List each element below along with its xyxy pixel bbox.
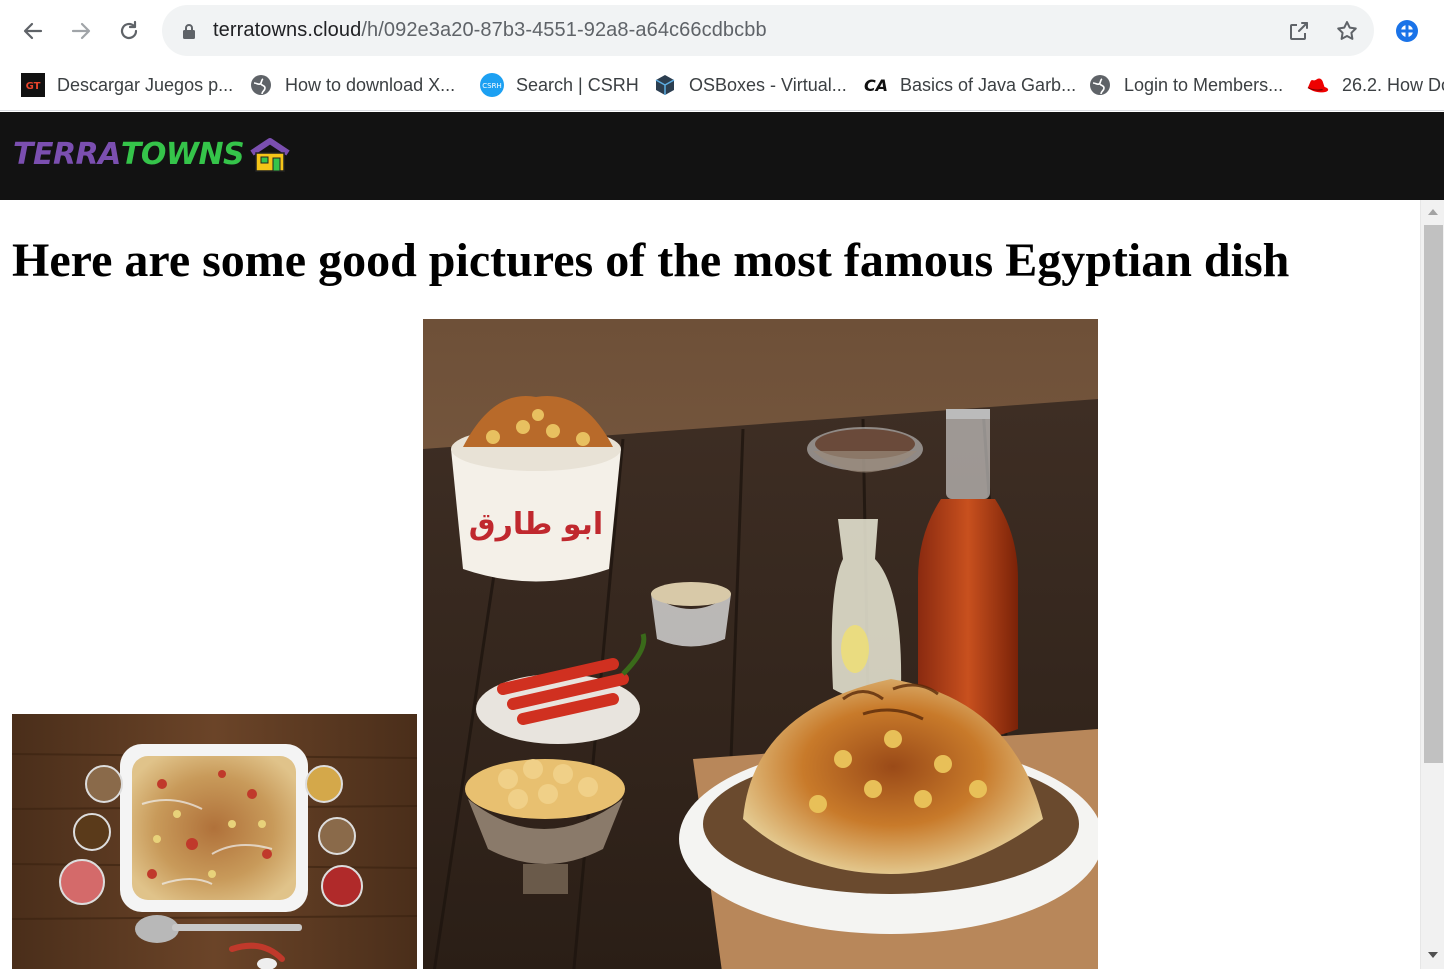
cube-icon: [653, 73, 677, 97]
bowl-brand-text: ابو طارق: [469, 507, 603, 542]
star-icon[interactable]: [1335, 19, 1359, 43]
redhat-icon: [1306, 73, 1330, 97]
bookmark-how-to-download[interactable]: How to download X...: [249, 72, 455, 98]
bookmark-descargar-juegos[interactable]: GT Descargar Juegos p...: [21, 72, 233, 98]
bookmark-label: Search | CSRH: [516, 74, 639, 95]
svg-text:GT: GT: [26, 81, 41, 92]
house-icon: [250, 138, 290, 172]
bookmark-how-do[interactable]: 26.2. How Do: [1306, 72, 1444, 98]
logo-terra: TERRA: [13, 137, 121, 172]
extension-icon[interactable]: [1393, 17, 1421, 45]
scrollbar-thumb[interactable]: [1424, 225, 1443, 763]
terratowns-logo[interactable]: TERRA TOWNS: [13, 137, 292, 173]
bookmark-search-csrh[interactable]: CSRH Search | CSRH: [480, 72, 639, 98]
koshari-bowl-photo: ابو طارق: [423, 319, 1098, 969]
forward-button[interactable]: [64, 14, 98, 48]
bookmark-label: How to download X...: [285, 74, 456, 95]
url-path: /h/092e3a20-87b3-4551-92a8-a64c66cdbcbb: [361, 19, 767, 41]
bookmarks-bar: GT Descargar Juegos p... How to download…: [0, 62, 1444, 111]
url-text[interactable]: terratowns.cloud/h/092e3a20-87b3-4551-92…: [213, 19, 767, 42]
address-bar[interactable]: terratowns.cloud/h/092e3a20-87b3-4551-92…: [162, 5, 1374, 56]
back-button[interactable]: [16, 14, 50, 48]
browser-toolbar: terratowns.cloud/h/092e3a20-87b3-4551-92…: [0, 0, 1444, 62]
ca-icon: CA: [864, 73, 888, 97]
arrow-right-icon: [71, 22, 91, 40]
reload-icon: [120, 20, 138, 40]
koshari-platter-photo: [12, 714, 417, 969]
globe-icon: [249, 73, 273, 97]
page-scrollbar[interactable]: [1420, 200, 1444, 969]
bookmark-label: 26.2. How Do: [1342, 74, 1444, 95]
csrh-icon: CSRH: [480, 73, 504, 97]
reload-button[interactable]: [112, 14, 146, 48]
page-title: Here are some good pictures of the most …: [12, 234, 1290, 287]
arrow-left-icon: [23, 22, 43, 40]
site-header: TERRA TOWNS: [0, 112, 1444, 200]
logo-towns: TOWNS: [120, 137, 245, 172]
share-icon[interactable]: [1287, 19, 1311, 43]
scroll-down-arrow-icon[interactable]: [1428, 952, 1438, 958]
svg-text:CA: CA: [864, 76, 888, 95]
scroll-up-arrow-icon[interactable]: [1428, 209, 1438, 215]
svg-text:CSRH: CSRH: [482, 82, 501, 90]
lock-icon[interactable]: [177, 19, 201, 43]
bookmark-osboxes[interactable]: OSBoxes - Virtual...: [653, 72, 847, 98]
bookmark-label: Login to Members...: [1124, 74, 1284, 95]
bookmark-login-members[interactable]: Login to Members...: [1088, 72, 1283, 98]
bookmark-label: Basics of Java Garb...: [900, 74, 1077, 95]
url-host: terratowns.cloud: [213, 19, 362, 41]
bookmark-label: Descargar Juegos p...: [57, 74, 234, 95]
bookmark-label: OSBoxes - Virtual...: [689, 74, 847, 95]
globe-icon: [1088, 73, 1112, 97]
gt-icon: GT: [21, 73, 45, 97]
bookmark-java-garbage[interactable]: CA Basics of Java Garb...: [864, 72, 1076, 98]
page-content: Here are some good pictures of the most …: [0, 200, 1420, 969]
